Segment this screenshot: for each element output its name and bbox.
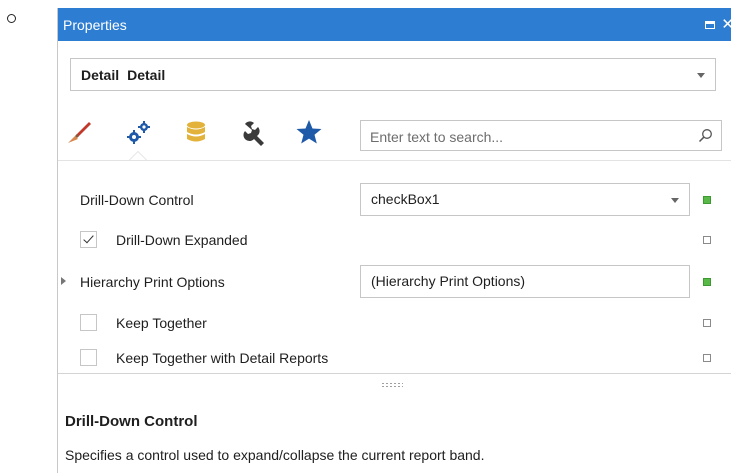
toolbar-separator: [58, 160, 731, 161]
database-icon: [187, 121, 205, 142]
maximize-icon[interactable]: [705, 20, 716, 29]
property-label: Keep Together: [116, 315, 207, 331]
grip-icon[interactable]: [381, 382, 403, 388]
tab-favorites[interactable]: [295, 118, 323, 146]
active-tab-indicator: [129, 151, 147, 160]
wrench-icon: [243, 121, 264, 146]
drill-down-control-editor[interactable]: checkBox1: [360, 183, 690, 216]
description-splitter[interactable]: [58, 373, 731, 396]
panel-titlebar: Properties ✕: [58, 8, 731, 41]
drill-down-expanded-checkbox[interactable]: [80, 231, 97, 248]
description-text: Specifies a control used to expand/colla…: [65, 447, 485, 463]
property-marker-default[interactable]: [703, 319, 711, 327]
property-marker-default[interactable]: [703, 354, 711, 362]
property-label: Drill-Down Control: [80, 192, 194, 208]
panel-title: Properties: [63, 16, 127, 33]
bullet-marker: [7, 14, 16, 23]
property-marker-set[interactable]: [703, 278, 711, 286]
object-selector[interactable]: Detail Detail: [70, 58, 716, 91]
property-value: checkBox1: [371, 191, 440, 207]
tab-appearance[interactable]: [65, 118, 93, 146]
tab-design[interactable]: [239, 118, 267, 146]
tab-behavior[interactable]: [124, 118, 152, 146]
property-row-keep-together-with-detail-reports[interactable]: Keep Together with Detail Reports: [58, 338, 731, 378]
chevron-down-icon[interactable]: [697, 72, 705, 78]
property-label: Keep Together with Detail Reports: [116, 350, 329, 366]
expand-arrow-icon[interactable]: [61, 277, 66, 285]
property-label: Drill-Down Expanded: [116, 232, 248, 248]
property-row-drill-down-expanded[interactable]: Drill-Down Expanded: [58, 220, 731, 260]
property-row-drill-down-control[interactable]: Drill-Down Control checkBox1: [58, 180, 731, 220]
brush-icon: [68, 122, 91, 143]
keep-together-checkbox[interactable]: [80, 314, 97, 331]
property-row-keep-together[interactable]: Keep Together: [58, 303, 731, 343]
gears-icon: [127, 121, 150, 144]
search-input[interactable]: [368, 122, 692, 151]
description-title: Drill-Down Control: [65, 413, 198, 430]
property-label: Hierarchy Print Options: [80, 274, 225, 290]
hierarchy-print-options-editor[interactable]: (Hierarchy Print Options): [360, 265, 690, 298]
property-marker-default[interactable]: [703, 236, 711, 244]
keep-together-with-detail-reports-checkbox[interactable]: [80, 349, 97, 366]
star-icon: [296, 120, 322, 144]
property-marker-set[interactable]: [703, 196, 711, 204]
chevron-down-icon[interactable]: [671, 197, 679, 203]
tab-data[interactable]: [182, 118, 210, 146]
object-type: Detail: [127, 66, 166, 83]
property-row-hierarchy-print-options[interactable]: Hierarchy Print Options (Hierarchy Print…: [58, 262, 731, 302]
close-icon[interactable]: ✕: [721, 17, 731, 32]
property-tabs-toolbar: [58, 108, 731, 160]
search-icon[interactable]: [698, 128, 713, 143]
property-value: (Hierarchy Print Options): [371, 273, 526, 289]
search-box[interactable]: [360, 120, 722, 151]
properties-panel: Properties ✕ Detail Detail: [57, 8, 731, 473]
object-name: Detail: [81, 66, 120, 83]
